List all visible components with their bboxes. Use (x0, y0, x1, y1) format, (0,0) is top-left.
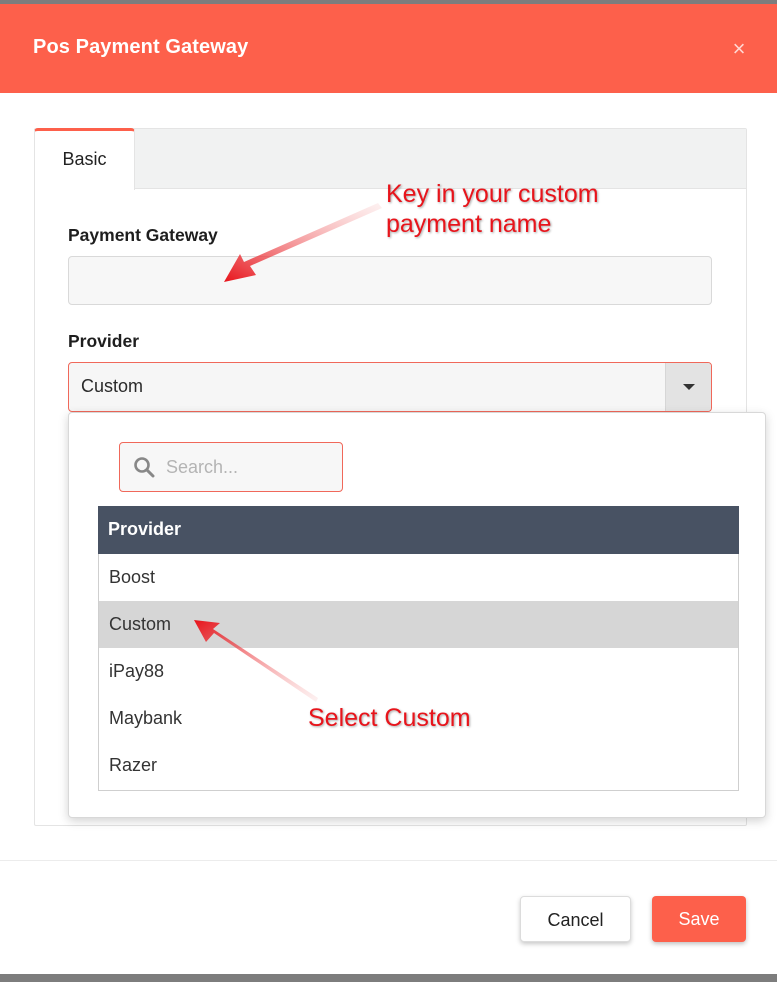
tab-basic[interactable]: Basic (34, 128, 135, 190)
provider-option-boost[interactable]: Boost (99, 554, 738, 601)
footer-divider (0, 860, 777, 861)
annotation-name-hint-2: payment name (386, 210, 552, 238)
close-icon[interactable]: × (728, 38, 750, 60)
backdrop-strip (0, 974, 777, 982)
annotation-name-hint-1: Key in your custom (386, 180, 599, 208)
cancel-button[interactable]: Cancel (520, 896, 631, 942)
save-button[interactable]: Save (652, 896, 746, 942)
provider-option-ipay88[interactable]: iPay88 (99, 648, 738, 695)
provider-grid-header: Provider (98, 506, 739, 554)
provider-option-razer[interactable]: Razer (99, 742, 738, 789)
search-icon (134, 457, 155, 478)
payment-gateway-input[interactable] (68, 256, 712, 305)
provider-dropdown: Provider Boost Custom iPay88 Maybank Raz… (68, 412, 766, 818)
provider-search-input[interactable] (166, 455, 336, 479)
provider-option-custom[interactable]: Custom (99, 601, 738, 648)
dialog-header: Pos Payment Gateway × (0, 4, 777, 93)
provider-dropdown-button[interactable] (665, 363, 711, 411)
dialog-title: Pos Payment Gateway (33, 36, 249, 58)
provider-search[interactable] (119, 442, 343, 492)
provider-grid: Provider Boost Custom iPay88 Maybank Raz… (98, 506, 739, 791)
payment-gateway-label: Payment Gateway (68, 225, 218, 245)
annotation-select-hint: Select Custom (308, 704, 471, 732)
provider-selected-value: Custom (81, 376, 144, 396)
chevron-down-icon (683, 384, 695, 390)
provider-label: Provider (68, 331, 139, 351)
payment-gateway-dialog: Pos Payment Gateway × Basic Payment Gate… (0, 4, 777, 974)
provider-select[interactable]: Custom (68, 362, 712, 412)
